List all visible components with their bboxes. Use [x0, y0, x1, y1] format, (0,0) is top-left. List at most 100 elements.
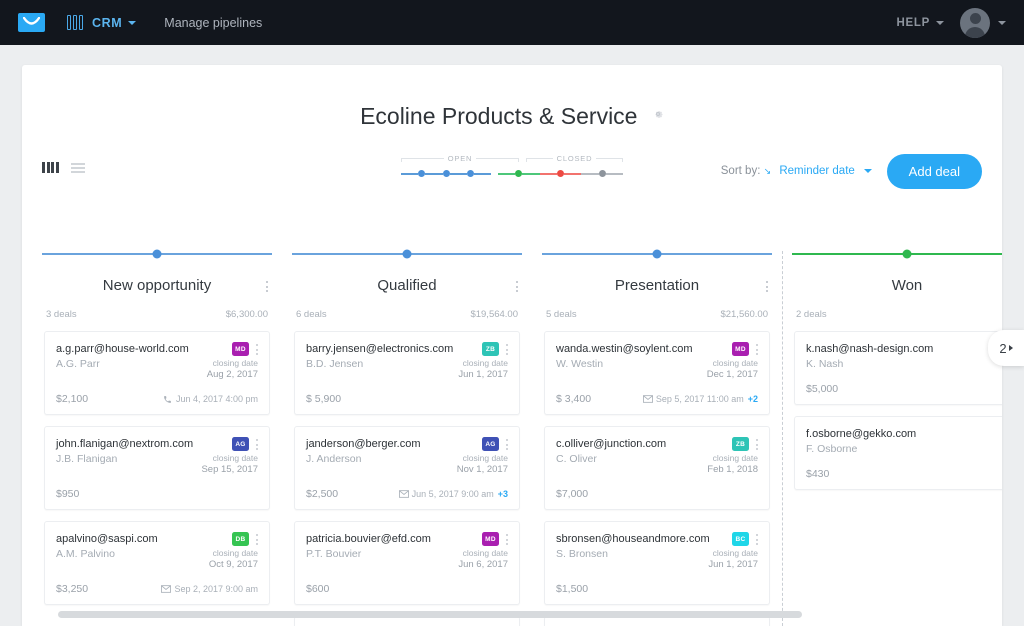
deal-amount: $2,100 [56, 393, 88, 405]
deal-reminder: Sep 2, 2017 9:00 am [161, 584, 258, 594]
column-meta: 6 deals $19,564.00 [294, 295, 520, 320]
page-title-row: Ecoline Products & Service [22, 65, 1002, 130]
deal-email: john.flanigan@nextrom.com [56, 437, 228, 451]
deal-email: c.olliver@junction.com [556, 437, 728, 451]
column-menu-icon[interactable] [516, 281, 518, 292]
deal-closing-label: closing date [713, 453, 758, 463]
stage-dot-other[interactable] [599, 170, 606, 177]
crm-label: CRM [92, 16, 122, 30]
stage-dot-open-2[interactable] [443, 170, 450, 177]
more-columns-count: 2 [999, 341, 1006, 356]
chevron-right-icon [1009, 345, 1013, 351]
crm-app-switcher[interactable]: CRM [67, 15, 136, 30]
board-horizontal-scrollbar[interactable] [58, 611, 802, 618]
column-total: $21,560.00 [720, 309, 768, 320]
deal-menu-icon[interactable] [506, 437, 508, 450]
column-menu-icon[interactable] [266, 281, 268, 292]
deal-badge: MD [232, 342, 249, 356]
columns-view-icon[interactable] [42, 162, 59, 173]
deal-card[interactable]: barry.jensen@electronics.com ZB B.D. Jen… [294, 331, 520, 415]
deal-card[interactable]: wanda.westin@soylent.com MD W. Westin cl… [544, 331, 770, 415]
deal-badge: DB [232, 532, 249, 546]
deal-email: k.nash@nash-design.com [806, 342, 1002, 356]
deal-reminder-text: Sep 5, 2017 11:00 am [656, 394, 744, 404]
column-header: Qualified [294, 255, 520, 295]
help-chevron-down-icon [936, 21, 944, 25]
deal-closing-label: closing date [713, 548, 758, 558]
deal-person: W. Westin [556, 358, 603, 380]
deal-closing-label: closing date [463, 358, 508, 368]
pipeline-board: New opportunity 3 deals $6,300.00 a.g.pa… [22, 253, 1002, 626]
more-columns-button[interactable]: 2 [988, 330, 1024, 366]
deal-menu-icon[interactable] [506, 532, 508, 545]
deal-menu-icon[interactable] [256, 437, 258, 450]
avatar-chevron-down-icon[interactable] [998, 21, 1006, 25]
deal-closing-date: Feb 1, 2018 [707, 464, 758, 475]
top-navigation-bar: CRM Manage pipelines HELP [0, 0, 1024, 45]
deal-email: barry.jensen@electronics.com [306, 342, 478, 356]
deal-amount: $ 5,900 [306, 393, 341, 405]
deal-closing-label: closing date [463, 548, 508, 558]
deal-email: f.osborne@gekko.com [806, 427, 1002, 441]
deal-closing-label: closing date [463, 453, 508, 463]
deal-closing-date: Jun 1, 2017 [458, 369, 508, 380]
stage-dot-open-3[interactable] [467, 170, 474, 177]
column-header: New opportunity [44, 255, 270, 295]
sort-label: Sort by: [721, 165, 761, 177]
column-menu-icon[interactable] [766, 281, 768, 292]
pipeline-column-qualified: Qualified 6 deals $19,564.00 barry.jense… [282, 253, 532, 626]
avatar[interactable] [960, 8, 990, 38]
deal-card[interactable]: f.osborne@gekko.com F. Osborne $430 [794, 416, 1002, 490]
mail-icon [643, 395, 652, 404]
deal-badge: ZB [482, 342, 499, 356]
deal-person: P.T. Bouvier [306, 548, 361, 570]
stage-dot-won[interactable] [515, 170, 522, 177]
stage-dot-open-1[interactable] [418, 170, 425, 177]
help-menu[interactable]: HELP [897, 17, 930, 29]
sort-chevron-down-icon[interactable] [864, 169, 872, 173]
deal-menu-icon[interactable] [756, 532, 758, 545]
phone-icon [163, 395, 172, 404]
deal-menu-icon[interactable] [756, 342, 758, 355]
deal-menu-icon[interactable] [756, 437, 758, 450]
list-view-icon[interactable] [71, 163, 85, 173]
manage-pipelines-link[interactable]: Manage pipelines [164, 16, 262, 30]
envelope-icon[interactable] [18, 13, 45, 32]
deal-card[interactable]: janderson@berger.com AG J. Anderson clos… [294, 426, 520, 510]
deal-menu-icon[interactable] [256, 342, 258, 355]
sort-control[interactable]: Sort by: ↘ Reminder date [721, 165, 872, 177]
mail-icon [161, 585, 170, 594]
mail-icon [399, 490, 408, 499]
deal-card[interactable]: apalvino@saspi.com DB A.M. Palvino closi… [44, 521, 270, 605]
add-deal-button[interactable]: Add deal [887, 154, 982, 189]
deal-menu-icon[interactable] [256, 532, 258, 545]
column-title: New opportunity [103, 277, 211, 294]
deal-amount: $430 [806, 468, 829, 480]
deal-card[interactable]: sbronsen@houseandmore.com BC S. Bronsen … [544, 521, 770, 605]
deal-amount: $2,500 [306, 488, 338, 500]
deal-amount: $1,500 [556, 583, 588, 595]
deal-card[interactable]: k.nash@nash-design.com K. Nash $5,000 [794, 331, 1002, 405]
deal-person: J.B. Flanigan [56, 453, 117, 475]
columns-icon [67, 15, 83, 30]
sort-value[interactable]: Reminder date [779, 165, 854, 177]
deal-extra-count[interactable]: +3 [498, 489, 508, 499]
deal-menu-icon[interactable] [506, 342, 508, 355]
deal-closing-date: Jun 6, 2017 [458, 559, 508, 570]
deal-closing: closing date Feb 1, 2018 [707, 453, 758, 475]
deal-badge: BC [732, 532, 749, 546]
deal-person: K. Nash [806, 358, 843, 370]
deal-closing-label: closing date [713, 358, 758, 368]
pipeline-column-won: Won 2 deals k.nash@nash-design.com K. Na… [782, 253, 1002, 626]
sort-direction-icon[interactable]: ↘ [764, 166, 772, 176]
deal-card[interactable]: c.olliver@junction.com ZB C. Oliver clos… [544, 426, 770, 510]
column-title: Qualified [377, 277, 436, 294]
deal-card[interactable]: john.flanigan@nextrom.com AG J.B. Flanig… [44, 426, 270, 510]
gear-icon[interactable] [652, 107, 664, 119]
stage-dot-lost[interactable] [557, 170, 564, 177]
deal-card[interactable]: patricia.bouvier@efd.com MD P.T. Bouvier… [294, 521, 520, 605]
deal-card[interactable]: a.g.parr@house-world.com MD A.G. Parr cl… [44, 331, 270, 415]
pipeline-column-presentation: Presentation 5 deals $21,560.00 wanda.we… [532, 253, 782, 626]
deal-closing-date: Aug 2, 2017 [207, 369, 258, 380]
deal-extra-count[interactable]: +2 [748, 394, 758, 404]
